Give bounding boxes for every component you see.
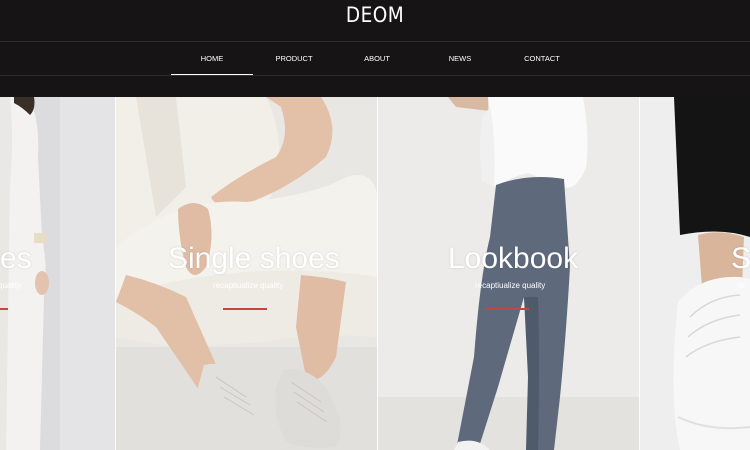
slider-panel-3[interactable]: Lookbook recaptiualize quality <box>378 97 640 450</box>
logo[interactable]: DEOM <box>45 3 705 27</box>
panel-title: Lookbook <box>448 242 579 275</box>
nav-divider <box>0 75 750 76</box>
panel-title: res <box>0 242 32 275</box>
panel-subtitle: quality <box>0 281 22 290</box>
panel-title: Single shoes <box>168 242 340 275</box>
site-header: DEOM HOME PRODUCT ABOUT NEWS CONTACT <box>0 0 750 97</box>
nav-item-home[interactable]: HOME <box>171 41 253 75</box>
panel-subtitle: recaptiualize quality <box>475 281 546 290</box>
nav-item-product[interactable]: PRODUCT <box>253 41 335 75</box>
panel-subtitle: recaptiualize quality <box>213 281 284 290</box>
nav-item-label: ABOUT <box>364 53 390 63</box>
panel-title: S <box>731 242 750 275</box>
hero-slider: res quality Single shoe <box>0 97 750 450</box>
panel-accent-line <box>485 308 529 310</box>
panel-accent-line <box>0 308 8 310</box>
nav-item-news[interactable]: NEWS <box>419 41 501 75</box>
slider-panel-4[interactable]: S re <box>640 97 750 450</box>
panel-accent-line <box>223 308 267 310</box>
nav-item-label: PRODUCT <box>275 53 313 63</box>
nav-item-label: HOME <box>200 53 224 63</box>
slider-panel-1[interactable]: res quality <box>0 97 116 450</box>
panel-subtitle: re <box>738 281 746 290</box>
nav-item-label: CONTACT <box>524 53 560 63</box>
nav-item-about[interactable]: ABOUT <box>336 41 418 75</box>
nav-item-label: NEWS <box>448 53 472 63</box>
nav-item-contact[interactable]: CONTACT <box>501 41 583 75</box>
slider-panel-2[interactable]: Single shoes recaptiualize quality <box>116 97 378 450</box>
